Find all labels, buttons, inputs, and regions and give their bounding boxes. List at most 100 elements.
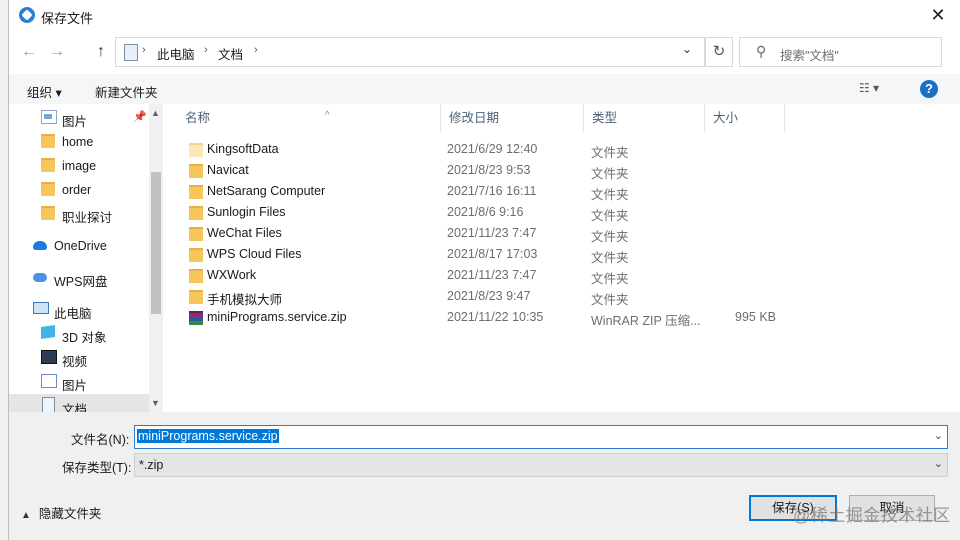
file-row[interactable]: KingsoftData 2021/6/29 12:40 文件夹 (165, 139, 960, 160)
column-header-name[interactable]: 名称 ^ (177, 104, 441, 132)
breadcrumb-documents[interactable]: 文档 (218, 44, 243, 63)
sidebar-item-label: 图片 (62, 379, 88, 393)
documents-icon (42, 397, 55, 412)
search-input[interactable]: ⚲ 搜索"文档" (739, 37, 942, 67)
file-type: 文件夹 (591, 209, 629, 223)
file-row[interactable]: Sunlogin Files 2021/8/6 9:16 文件夹 (165, 202, 960, 223)
save-file-dialog: 保存文件 ✕ ← → ↑ › 此电脑 › 文档 › ⌄ ↻ ⚲ 搜索"文档" 组… (8, 0, 960, 540)
file-name: WeChat Files (207, 226, 282, 240)
sidebar-item-label: 文档 (62, 403, 88, 412)
breadcrumb-this-pc[interactable]: 此电脑 (157, 44, 195, 63)
file-row[interactable]: miniPrograms.service.zip 2021/11/22 10:3… (165, 307, 960, 328)
sidebar-scrollbar[interactable]: ▲ ▼ (149, 104, 163, 412)
sidebar-item-label: order (62, 183, 92, 197)
filename-input[interactable]: miniPrograms.service.zip ⌄ (134, 425, 948, 449)
sort-ascending-icon: ^ (325, 110, 330, 121)
sidebar-item-videos[interactable]: 视频 (9, 346, 149, 370)
navigation-pane: 图片 📌 home image order 职业探讨 OneDrive WPS网… (9, 104, 163, 412)
file-name: NetSarang Computer (207, 184, 326, 198)
file-type: 文件夹 (591, 293, 629, 307)
documents-location-icon (124, 44, 138, 61)
file-row[interactable]: WPS Cloud Files 2021/8/17 17:03 文件夹 (165, 244, 960, 265)
sidebar-item-3d-objects[interactable]: 3D 对象 (9, 322, 149, 346)
column-header-type[interactable]: 类型 (584, 104, 705, 132)
hide-folders-toggle[interactable]: ▲ 隐藏文件夹 (21, 503, 101, 522)
close-button[interactable]: ✕ (915, 0, 960, 32)
file-row[interactable]: 手机模拟大师 2021/8/23 9:47 文件夹 (165, 286, 960, 307)
address-dropdown-icon[interactable]: ⌄ (682, 42, 692, 56)
file-name: miniPrograms.service.zip (207, 310, 347, 324)
file-name: Navicat (207, 163, 249, 177)
filename-value: miniPrograms.service.zip (137, 429, 279, 443)
help-button[interactable]: ? (920, 80, 938, 98)
sidebar-item-wps-cloud[interactable]: WPS网盘 (9, 266, 149, 290)
video-icon (41, 350, 57, 364)
sidebar-item-order[interactable]: order (9, 178, 149, 202)
sidebar-item-label: 视频 (62, 355, 88, 369)
sidebar-item-label: OneDrive (54, 239, 107, 253)
scroll-up-icon[interactable]: ▲ (151, 108, 160, 118)
folder-icon (41, 182, 55, 196)
toolbar: 组织 ▾ 新建文件夹 ☷ ▾ ? (9, 74, 960, 104)
chevron-down-icon: ⌄ (933, 458, 943, 470)
column-header-size[interactable]: 大小 (705, 104, 785, 132)
sidebar-item-pictures-pinned[interactable]: 图片 📌 (9, 106, 149, 130)
file-size: 995 KB (735, 310, 777, 324)
sidebar-item-home[interactable]: home (9, 130, 149, 154)
sidebar-item-label: home (62, 135, 94, 149)
sidebar-item-image[interactable]: image (9, 154, 149, 178)
file-row[interactable]: WXWork 2021/11/23 7:47 文件夹 (165, 265, 960, 286)
filename-label: 文件名(N): (71, 433, 130, 447)
scroll-down-icon[interactable]: ▼ (151, 398, 160, 408)
sidebar-item-label: 职业探讨 (62, 211, 113, 225)
savetype-select[interactable]: *.zip ⌄ (134, 453, 948, 477)
folder-icon (189, 227, 203, 241)
address-bar[interactable]: › 此电脑 › 文档 › ⌄ (115, 37, 705, 67)
folder-icon (189, 143, 203, 157)
file-type: 文件夹 (591, 146, 629, 160)
sidebar-item-label: 此电脑 (54, 307, 92, 321)
file-type: 文件夹 (591, 188, 629, 202)
sidebar-item-career[interactable]: 职业探讨 (9, 202, 149, 226)
file-row[interactable]: Navicat 2021/8/23 9:53 文件夹 (165, 160, 960, 181)
search-placeholder: 搜索"文档" (780, 49, 839, 63)
sidebar-item-documents[interactable]: 文档 (9, 394, 149, 412)
chevron-up-icon: ▲ (21, 510, 31, 521)
sidebar-item-pictures[interactable]: 图片 (9, 370, 149, 394)
breadcrumb-separator-icon: › (142, 44, 146, 56)
up-button[interactable]: ↑ (89, 40, 113, 64)
hide-folders-label: 隐藏文件夹 (38, 507, 102, 521)
sidebar-item-onedrive[interactable]: OneDrive (9, 234, 149, 258)
new-folder-button[interactable]: 新建文件夹 (95, 82, 158, 101)
back-button[interactable]: ← (17, 40, 41, 64)
file-date: 2021/6/29 12:40 (447, 142, 538, 156)
scrollbar-thumb[interactable] (151, 172, 161, 314)
column-header-date[interactable]: 修改日期 (441, 104, 584, 132)
file-row[interactable]: WeChat Files 2021/11/23 7:47 文件夹 (165, 223, 960, 244)
forward-button[interactable]: → (45, 40, 69, 64)
file-name: Sunlogin Files (207, 205, 286, 219)
file-type: 文件夹 (591, 230, 629, 244)
sidebar-item-this-pc[interactable]: 此电脑 (9, 298, 149, 322)
file-row[interactable]: NetSarang Computer 2021/7/16 16:11 文件夹 (165, 181, 960, 202)
folder-icon (189, 206, 203, 220)
file-date: 2021/8/6 9:16 (447, 205, 524, 219)
watermark: @稀土掘金技术社区 (793, 506, 951, 525)
folder-icon (189, 164, 203, 178)
view-options-button[interactable]: ☷ ▾ (859, 81, 879, 95)
file-date: 2021/8/23 9:47 (447, 289, 531, 303)
pc-icon (33, 302, 49, 314)
chevron-down-icon[interactable]: ⌄ (934, 429, 943, 442)
folder-icon (41, 206, 55, 220)
file-date: 2021/8/23 9:53 (447, 163, 531, 177)
organize-button[interactable]: 组织 ▾ (27, 82, 62, 101)
savetype-value: *.zip (139, 458, 164, 472)
refresh-button[interactable]: ↻ (705, 37, 733, 67)
wps-cloud-icon (33, 273, 47, 282)
folder-icon (41, 158, 55, 172)
folder-icon (189, 248, 203, 262)
folder-icon (189, 185, 203, 199)
search-icon: ⚲ (756, 43, 767, 59)
file-name: KingsoftData (207, 142, 279, 156)
file-name: 手机模拟大师 (207, 293, 283, 307)
